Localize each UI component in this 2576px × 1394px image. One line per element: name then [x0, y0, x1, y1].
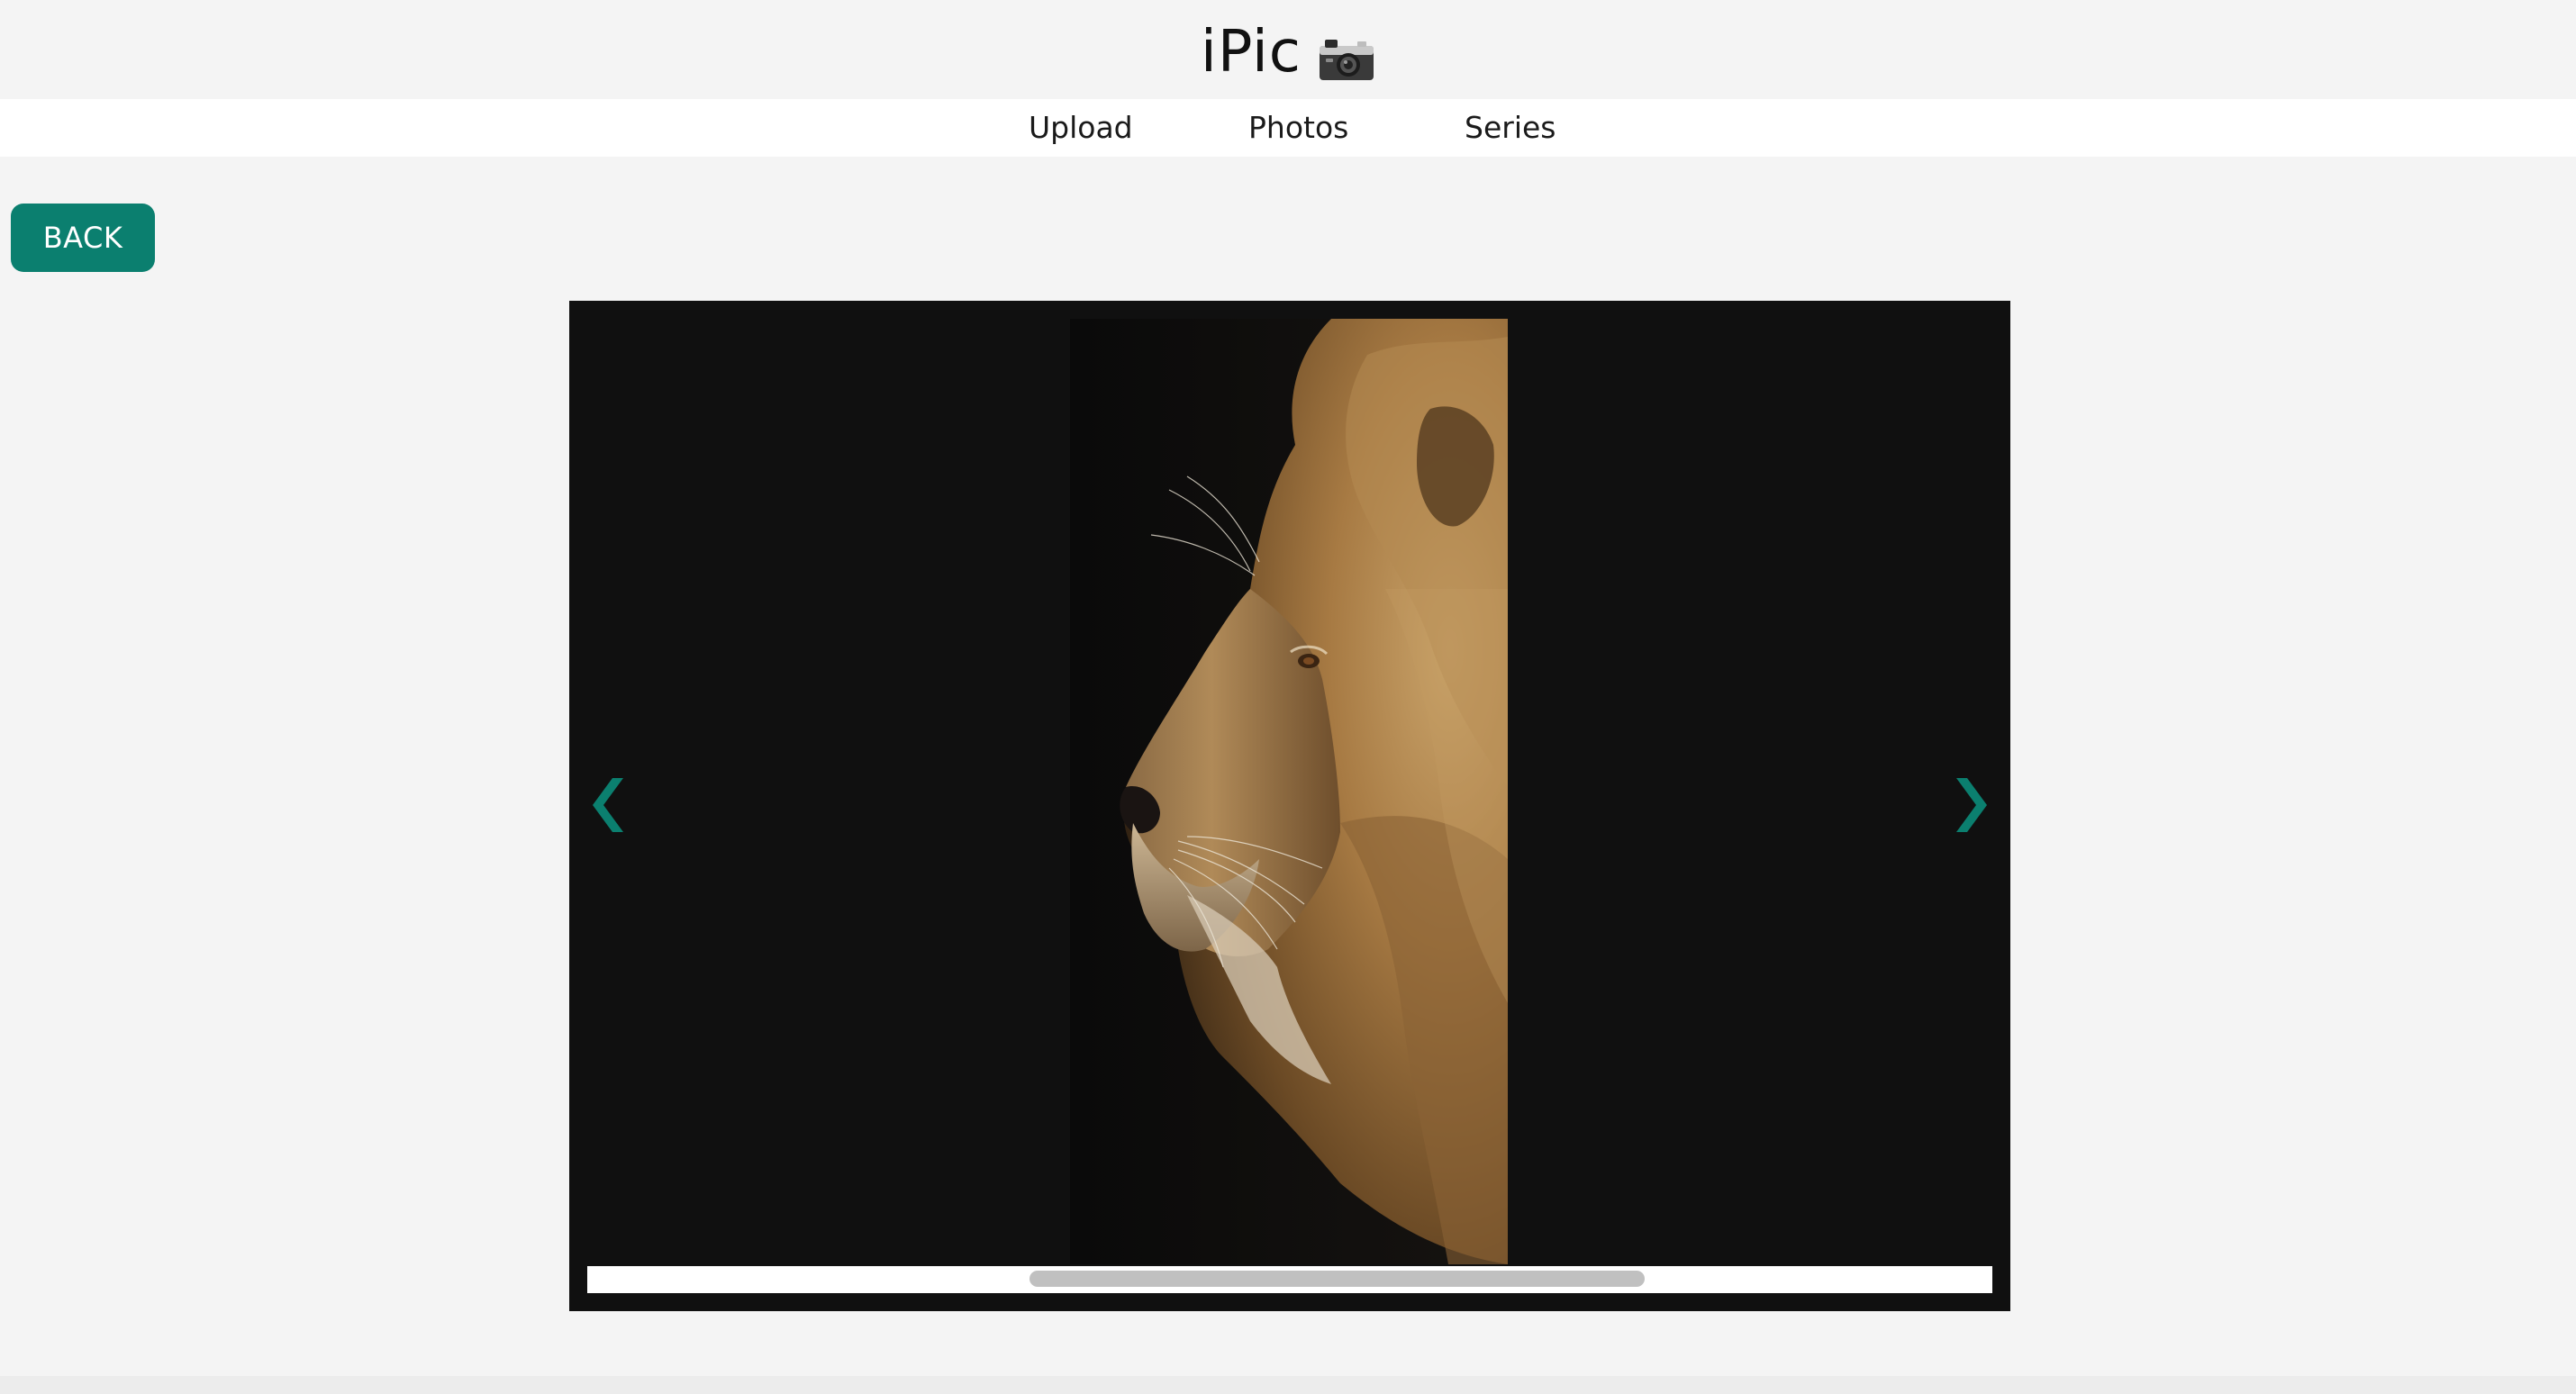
- site-title-text: iPic: [1201, 19, 1302, 86]
- previous-photo-button[interactable]: [584, 758, 638, 848]
- scrollbar-thumb[interactable]: [1029, 1271, 1645, 1287]
- lion-profile-photo: [1070, 319, 1508, 1264]
- horizontal-scrollbar[interactable]: [587, 1266, 1992, 1293]
- nav-item-upload[interactable]: Upload: [1029, 99, 1133, 157]
- site-header: iPic: [0, 0, 2576, 99]
- site-title[interactable]: iPic: [1201, 19, 1375, 86]
- page: iPic Upload Photos Series BACK: [0, 0, 2576, 1394]
- chevron-left-icon: [593, 778, 623, 832]
- chevron-right-icon: [1956, 778, 1987, 832]
- photo-image[interactable]: [1070, 319, 1508, 1264]
- nav-item-series[interactable]: Series: [1465, 99, 1556, 157]
- main-nav: Upload Photos Series: [0, 99, 2576, 157]
- photo-viewer: [569, 301, 2010, 1311]
- next-photo-button[interactable]: [1942, 758, 1996, 848]
- nav-item-photos[interactable]: Photos: [1248, 99, 1348, 157]
- page-footer: [0, 1376, 2576, 1394]
- camera-icon: [1318, 30, 1375, 80]
- back-button[interactable]: BACK: [11, 204, 155, 272]
